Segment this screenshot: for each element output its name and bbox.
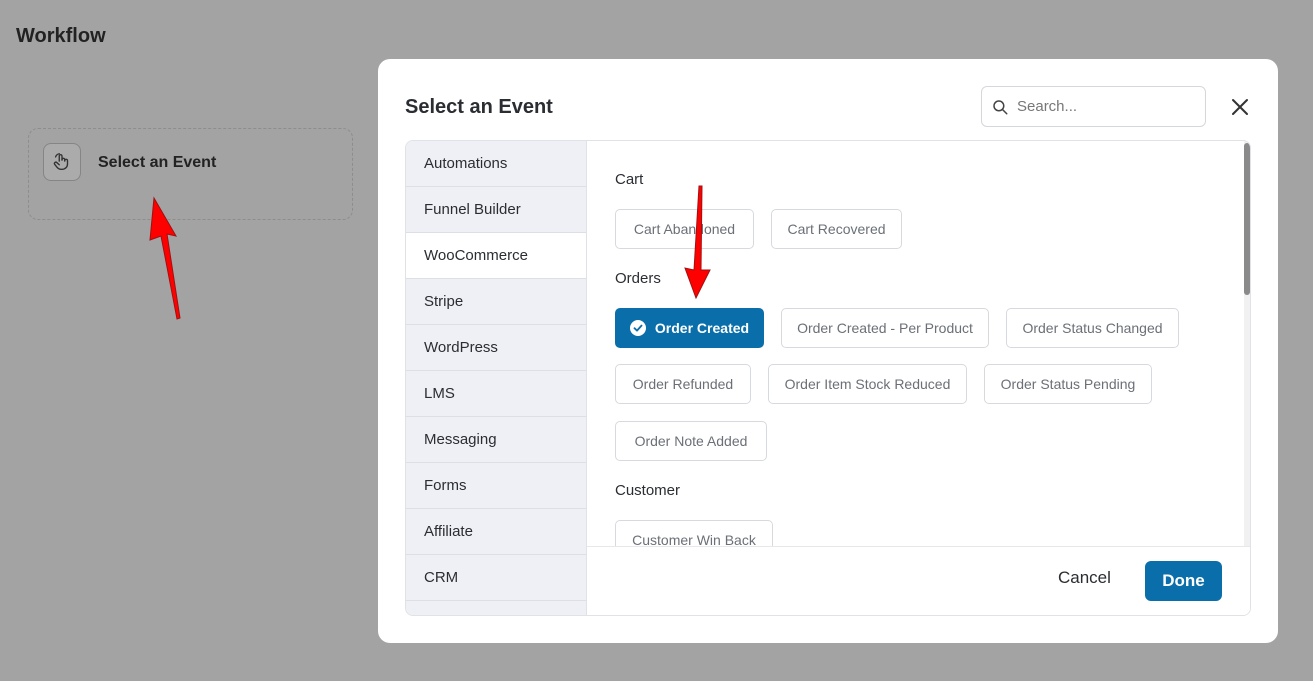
select-event-card[interactable]: Select an Event <box>28 128 353 220</box>
event-order-item-stock-reduced[interactable]: Order Item Stock Reduced <box>768 364 967 404</box>
event-order-status-changed[interactable]: Order Status Changed <box>1006 308 1179 348</box>
close-button[interactable] <box>1228 95 1252 119</box>
event-order-note-added[interactable]: Order Note Added <box>615 421 767 461</box>
sidebar-item-automations[interactable]: Automations <box>406 141 586 187</box>
select-event-modal: Select an Event Automations Funnel Build… <box>378 59 1278 643</box>
cancel-button[interactable]: Cancel <box>1058 568 1111 588</box>
sidebar-item-forms[interactable]: Forms <box>406 463 586 509</box>
sidebar-item-lms[interactable]: LMS <box>406 371 586 417</box>
sidebar-item-wordpress[interactable]: WordPress <box>406 325 586 371</box>
sidebar-item-affiliate[interactable]: Affiliate <box>406 509 586 555</box>
sidebar-item-crm[interactable]: CRM <box>406 555 586 601</box>
category-sidebar: Automations Funnel Builder WooCommerce S… <box>406 141 587 615</box>
sidebar-item-woocommerce[interactable]: WooCommerce <box>406 233 586 279</box>
check-circle-icon <box>629 320 646 336</box>
sidebar-item-stripe[interactable]: Stripe <box>406 279 586 325</box>
event-order-status-pending[interactable]: Order Status Pending <box>984 364 1152 404</box>
hand-pointer-icon <box>43 143 81 181</box>
search-box[interactable] <box>981 86 1206 127</box>
done-button[interactable]: Done <box>1145 561 1222 601</box>
search-input[interactable] <box>1017 98 1197 115</box>
scrollbar[interactable] <box>1244 141 1250 546</box>
group-title-customer: Customer <box>615 482 681 499</box>
event-order-created[interactable]: Order Created <box>615 308 764 348</box>
select-event-label: Select an Event <box>98 154 217 171</box>
group-title-cart: Cart <box>615 171 644 188</box>
event-cart-recovered[interactable]: Cart Recovered <box>771 209 902 249</box>
sidebar-item-messaging[interactable]: Messaging <box>406 417 586 463</box>
group-title-orders: Orders <box>615 270 661 287</box>
modal-title: Select an Event <box>405 96 553 118</box>
event-panel: Automations Funnel Builder WooCommerce S… <box>405 140 1251 616</box>
sidebar-item-funnel-builder[interactable]: Funnel Builder <box>406 187 586 233</box>
event-cart-abandoned[interactable]: Cart Abandoned <box>615 209 754 249</box>
event-customer-win-back[interactable]: Customer Win Back <box>615 520 773 546</box>
modal-footer: Cancel Done <box>587 546 1250 615</box>
page-title: Workflow <box>16 25 106 47</box>
event-order-refunded[interactable]: Order Refunded <box>615 364 751 404</box>
event-order-created-per-product[interactable]: Order Created - Per Product <box>781 308 989 348</box>
search-icon <box>991 98 1009 116</box>
close-icon <box>1232 99 1248 115</box>
event-list: Cart Cart Abandoned Cart Recovered Order… <box>587 141 1250 546</box>
scrollbar-thumb[interactable] <box>1244 143 1250 295</box>
event-order-created-label: Order Created <box>654 320 750 336</box>
